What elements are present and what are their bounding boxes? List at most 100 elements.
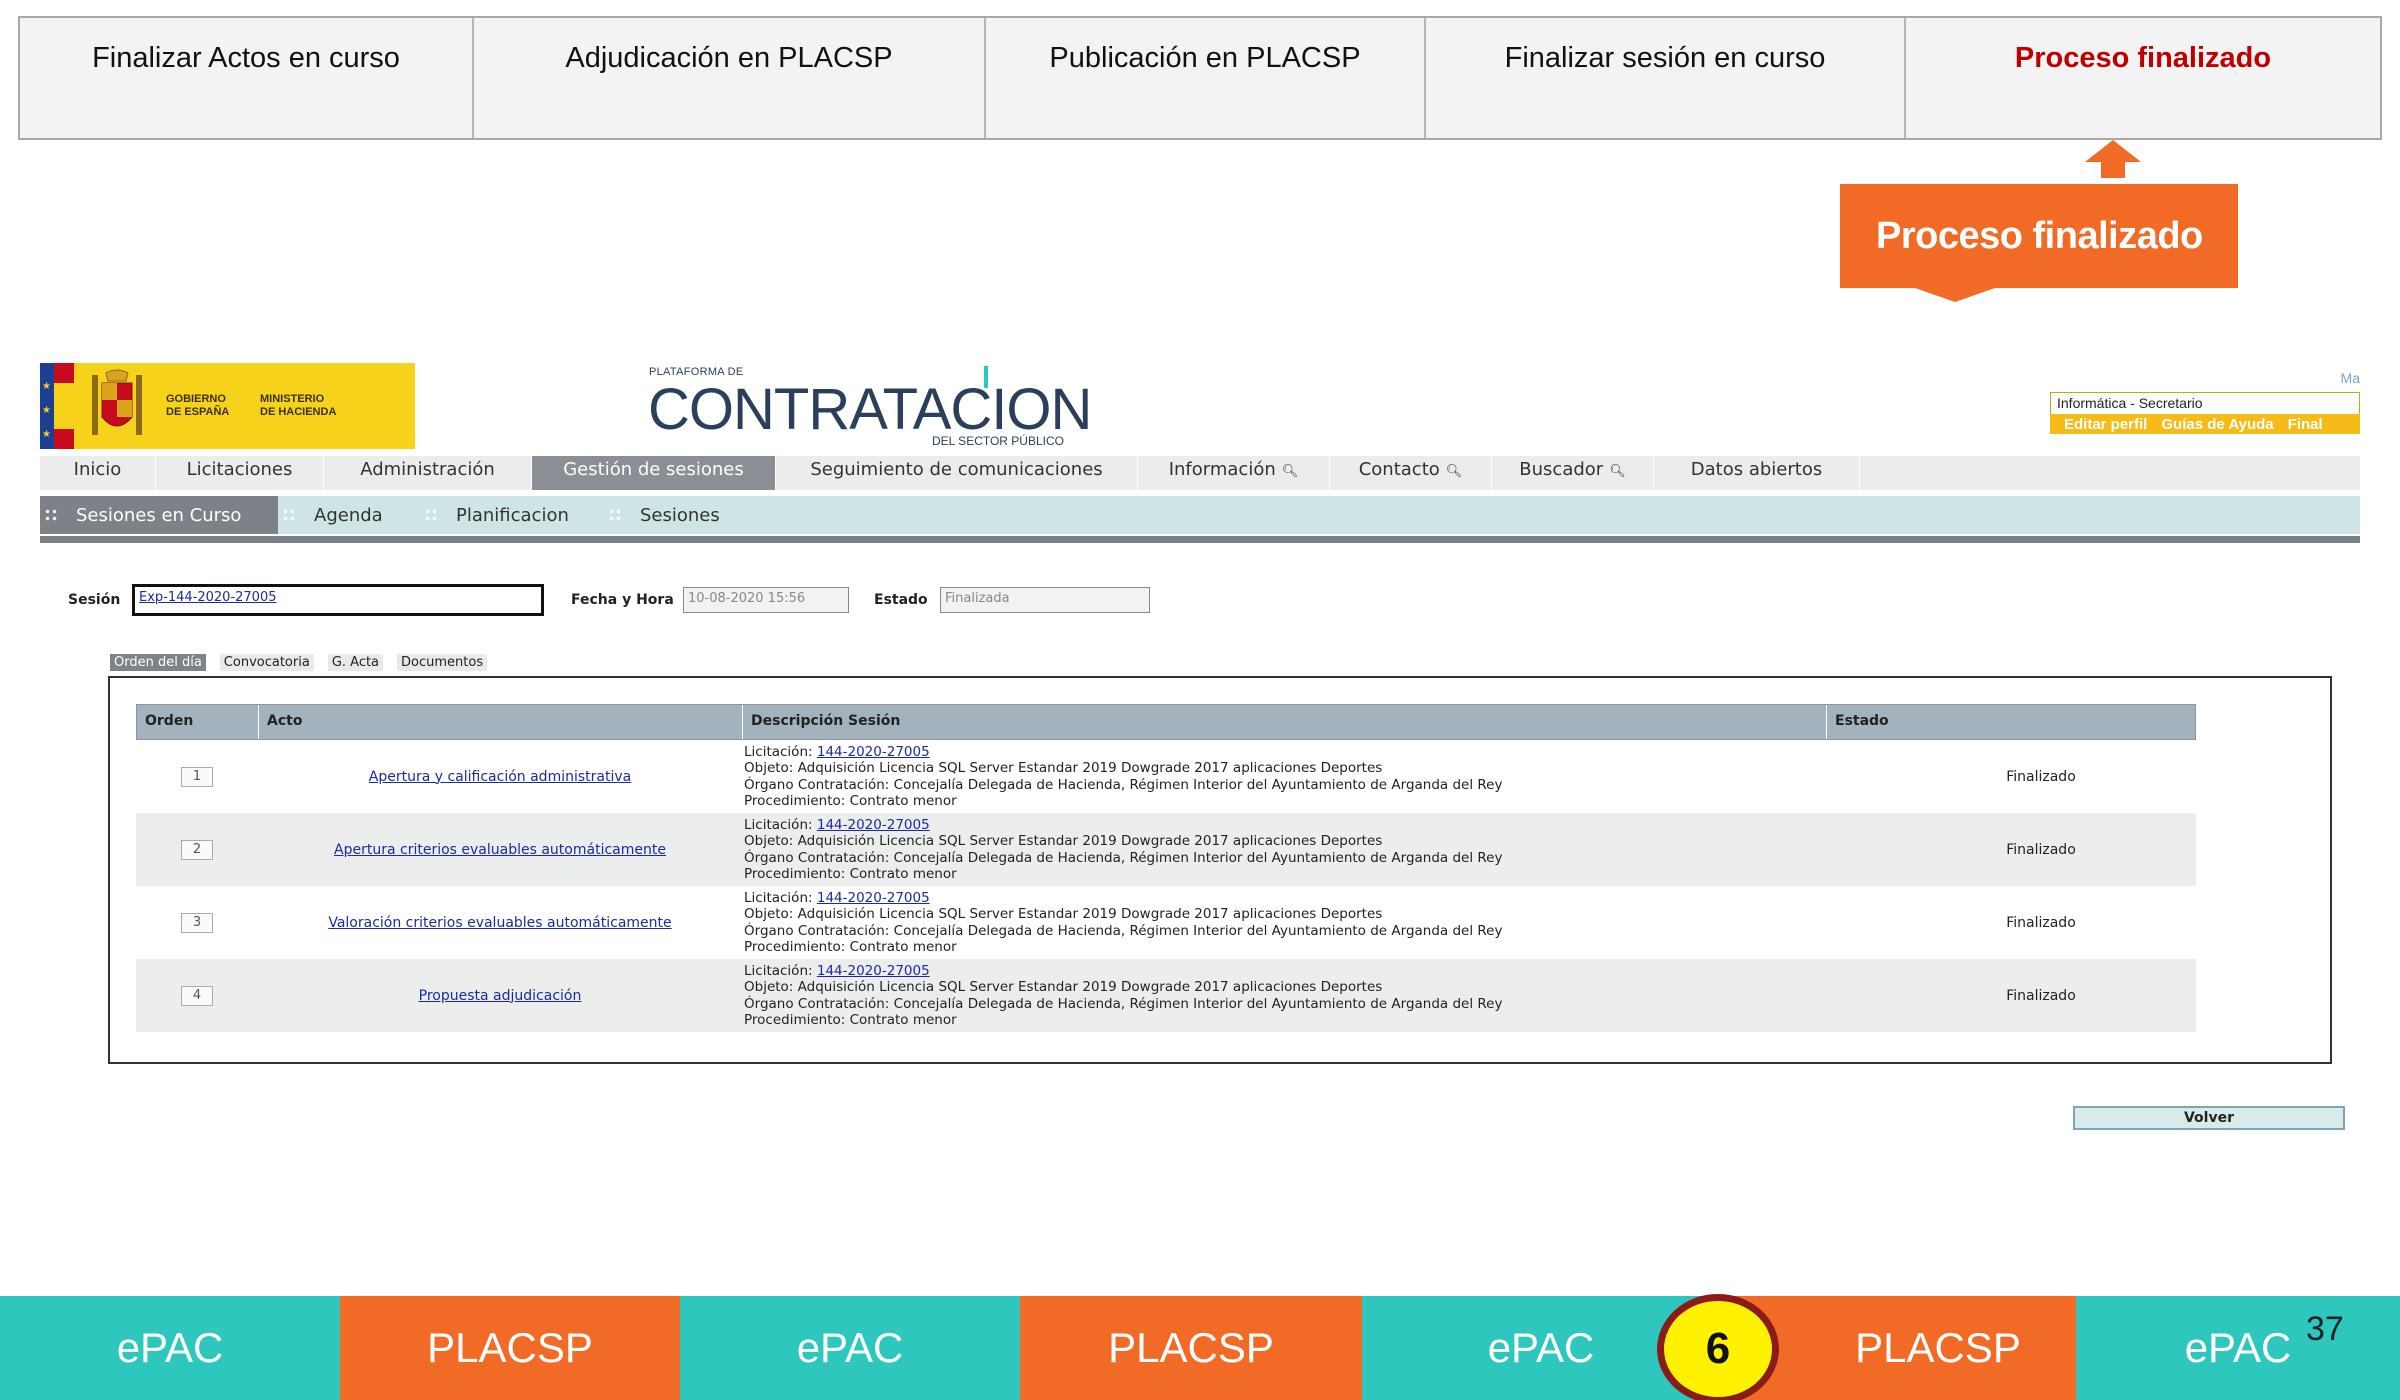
ribbon-label: ePAC [796, 1324, 904, 1371]
estado-cell: Finalizado [2006, 768, 2076, 785]
organo-line: Órgano Contratación: Concejalía Delegada… [744, 922, 1503, 939]
sesion-link[interactable]: Exp-144-2020-27005 [139, 590, 276, 605]
volver-button[interactable]: Volver [2073, 1106, 2345, 1130]
sesion-label: Sesión [68, 592, 121, 608]
estado-cell: Finalizado [2006, 987, 2076, 1004]
gobierno-text: GOBIERNO DE ESPAÑA [166, 393, 230, 418]
sesion-field[interactable]: Exp-144-2020-27005 [132, 584, 544, 616]
licitacion-link[interactable]: 144-2020-27005 [817, 817, 930, 833]
main-nav: Inicio Licitaciones Administración Gesti… [40, 456, 2360, 490]
acto-link[interactable]: Apertura y calificación administrativa [369, 769, 631, 785]
tab-g-acta[interactable]: G. Acta [327, 654, 384, 671]
tab-convocatoria[interactable]: Convocatoria [219, 654, 314, 671]
user-panel: Ma Informática - Secretario Editar perfi… [2050, 370, 2360, 436]
licitacion-link[interactable]: 144-2020-27005 [817, 963, 930, 979]
logo-sub-text: DEL SECTOR PÚBLICO [931, 434, 1064, 448]
table-header: Orden Acto Descripción Sesión Estado [136, 704, 2196, 740]
licitacion-line: Licitación: 144-2020-27005 [744, 963, 1826, 980]
acto-link[interactable]: Apertura criterios evaluables automática… [334, 842, 666, 858]
fecha-field[interactable]: 10-08-2020 15:56 [683, 587, 849, 613]
nav-buscador[interactable]: Buscador 🔍︎ [1492, 456, 1654, 490]
table-row: 3 Valoración criterios evaluables automát… [136, 886, 2196, 959]
estado-field[interactable]: Finalizada [940, 587, 1150, 613]
table-row: 1 Apertura y calificación administrativa L… [136, 740, 2196, 813]
finalizar-link[interactable]: Final [2288, 416, 2323, 433]
ribbon-epac: ePAC [0, 1296, 340, 1400]
subnav-agenda[interactable]: Agenda [278, 496, 420, 534]
step-label: Finalizar sesión en curso [1504, 42, 1826, 74]
tab-documentos[interactable]: Documentos [397, 654, 488, 671]
ministerio-text: MINISTERIO DE HACIENDA [260, 393, 337, 418]
acto-link[interactable]: Propuesta adjudicación [419, 988, 582, 1004]
ribbon-epac: ePAC [2076, 1296, 2400, 1400]
subnav-planificacion[interactable]: Planificacion [420, 496, 604, 534]
subnav-sesiones-en-curso[interactable]: Sesiones en Curso [40, 496, 278, 534]
plataforma-contratacion-logo: PLATAFORMA DE CONTRATACION DEL SECTOR PÚ… [648, 362, 1092, 452]
estado-label: Estado [874, 592, 928, 608]
bottom-ribbon: ePAC PLACSP ePAC PLACSP ePAC PLACSP ePAC [0, 1296, 2400, 1400]
callout-label: Proceso finalizado [1840, 184, 2238, 288]
subnav-sesiones[interactable]: Sesiones [604, 496, 764, 534]
actos-table: Orden Acto Descripción Sesión Estado 1 Ap… [136, 704, 2196, 1032]
orden-cell: 2 [136, 839, 258, 860]
arrow-up-icon [2085, 140, 2141, 178]
licitacion-label: Licitación: [744, 889, 813, 906]
step-adjudicacion: Adjudicación en PLACSP [474, 18, 986, 138]
editar-perfil-link[interactable]: Editar perfil [2064, 416, 2147, 433]
nav-inicio[interactable]: Inicio [40, 456, 156, 490]
grid-icon [282, 508, 296, 522]
nav-datos-abiertos[interactable]: Datos abiertos [1654, 456, 1860, 490]
col-estado: Estado [1835, 713, 1889, 729]
nav-label: Contacto [1358, 459, 1440, 480]
orden-cell: 3 [136, 912, 258, 933]
subnav-label: Agenda [314, 504, 383, 526]
tab-orden-del-dia[interactable]: Orden del día [110, 654, 206, 671]
ribbon-label: PLACSP [1108, 1324, 1274, 1371]
subnav-label: Sesiones [640, 504, 720, 526]
callout-tip [1915, 288, 1995, 302]
licitacion-line: Licitación: 144-2020-27005 [744, 744, 1826, 761]
licitacion-label: Licitación: [744, 962, 813, 979]
nav-contacto[interactable]: Contacto 🔍︎ [1330, 456, 1492, 490]
estado-cell: Finalizado [2006, 841, 2076, 858]
orden-cell: 4 [136, 985, 258, 1006]
licitacion-link[interactable]: 144-2020-27005 [817, 890, 930, 906]
process-steps-bar: Finalizar Actos en curso Adjudicación en… [18, 16, 2382, 140]
nav-label: Buscador [1519, 459, 1604, 480]
fecha-label: Fecha y Hora [571, 592, 674, 608]
nav-informacion[interactable]: Información 🔍︎ [1138, 456, 1330, 490]
acto-link[interactable]: Valoración criterios evaluables automáti… [328, 915, 671, 931]
page-number: 37 [2306, 1310, 2344, 1348]
gobierno-logo: ★ ★ ★ GOBIERNO DE ESPAÑA MINISTERIO DE H… [40, 363, 415, 449]
nav-label: Licitaciones [186, 459, 293, 480]
logo-main-text: CONTRATACION [648, 377, 1092, 442]
descripcion-cell: Licitación: 144-2020-27005 Objeto: Adquis… [742, 744, 1826, 810]
grid-icon [44, 508, 58, 522]
orden-number: 3 [181, 912, 213, 933]
svg-text:★: ★ [42, 429, 51, 440]
ribbon-placsp: PLACSP [1020, 1296, 1362, 1400]
nav-label: Administración [360, 459, 495, 480]
nav-divider [40, 536, 2360, 543]
nav-seguimiento[interactable]: Seguimiento de comunicaciones [776, 456, 1138, 490]
orden-number: 2 [181, 839, 213, 860]
search-icon: 🔍︎ [1445, 464, 1463, 479]
user-role: Informática - Secretario [2050, 392, 2360, 414]
power-icon [984, 366, 988, 388]
procedimiento-line: Procedimiento: Contrato menor [744, 793, 957, 809]
user-ma-label: Ma [2340, 370, 2360, 386]
grid-icon [608, 508, 622, 522]
table-row: 4 Propuesta adjudicación Licitación: 144-2… [136, 959, 2196, 1032]
nav-licitaciones[interactable]: Licitaciones [156, 456, 324, 490]
nav-administracion[interactable]: Administración [324, 456, 532, 490]
licitacion-label: Licitación: [744, 743, 813, 760]
ribbon-epac: ePAC [680, 1296, 1020, 1400]
nav-gestion-sesiones[interactable]: Gestión de sesiones [532, 456, 776, 490]
sub-nav: Sesiones en Curso Agenda Planificacion S… [40, 496, 2360, 534]
step-finalizar-sesion: Finalizar sesión en curso [1426, 18, 1906, 138]
guias-ayuda-link[interactable]: Guías de Ayuda [2161, 416, 2273, 433]
acto-cell: Propuesta adjudicación [258, 988, 742, 1004]
licitacion-line: Licitación: 144-2020-27005 [744, 817, 1826, 834]
licitacion-link[interactable]: 144-2020-27005 [817, 744, 930, 760]
estado-cell: Finalizado [2006, 914, 2076, 931]
